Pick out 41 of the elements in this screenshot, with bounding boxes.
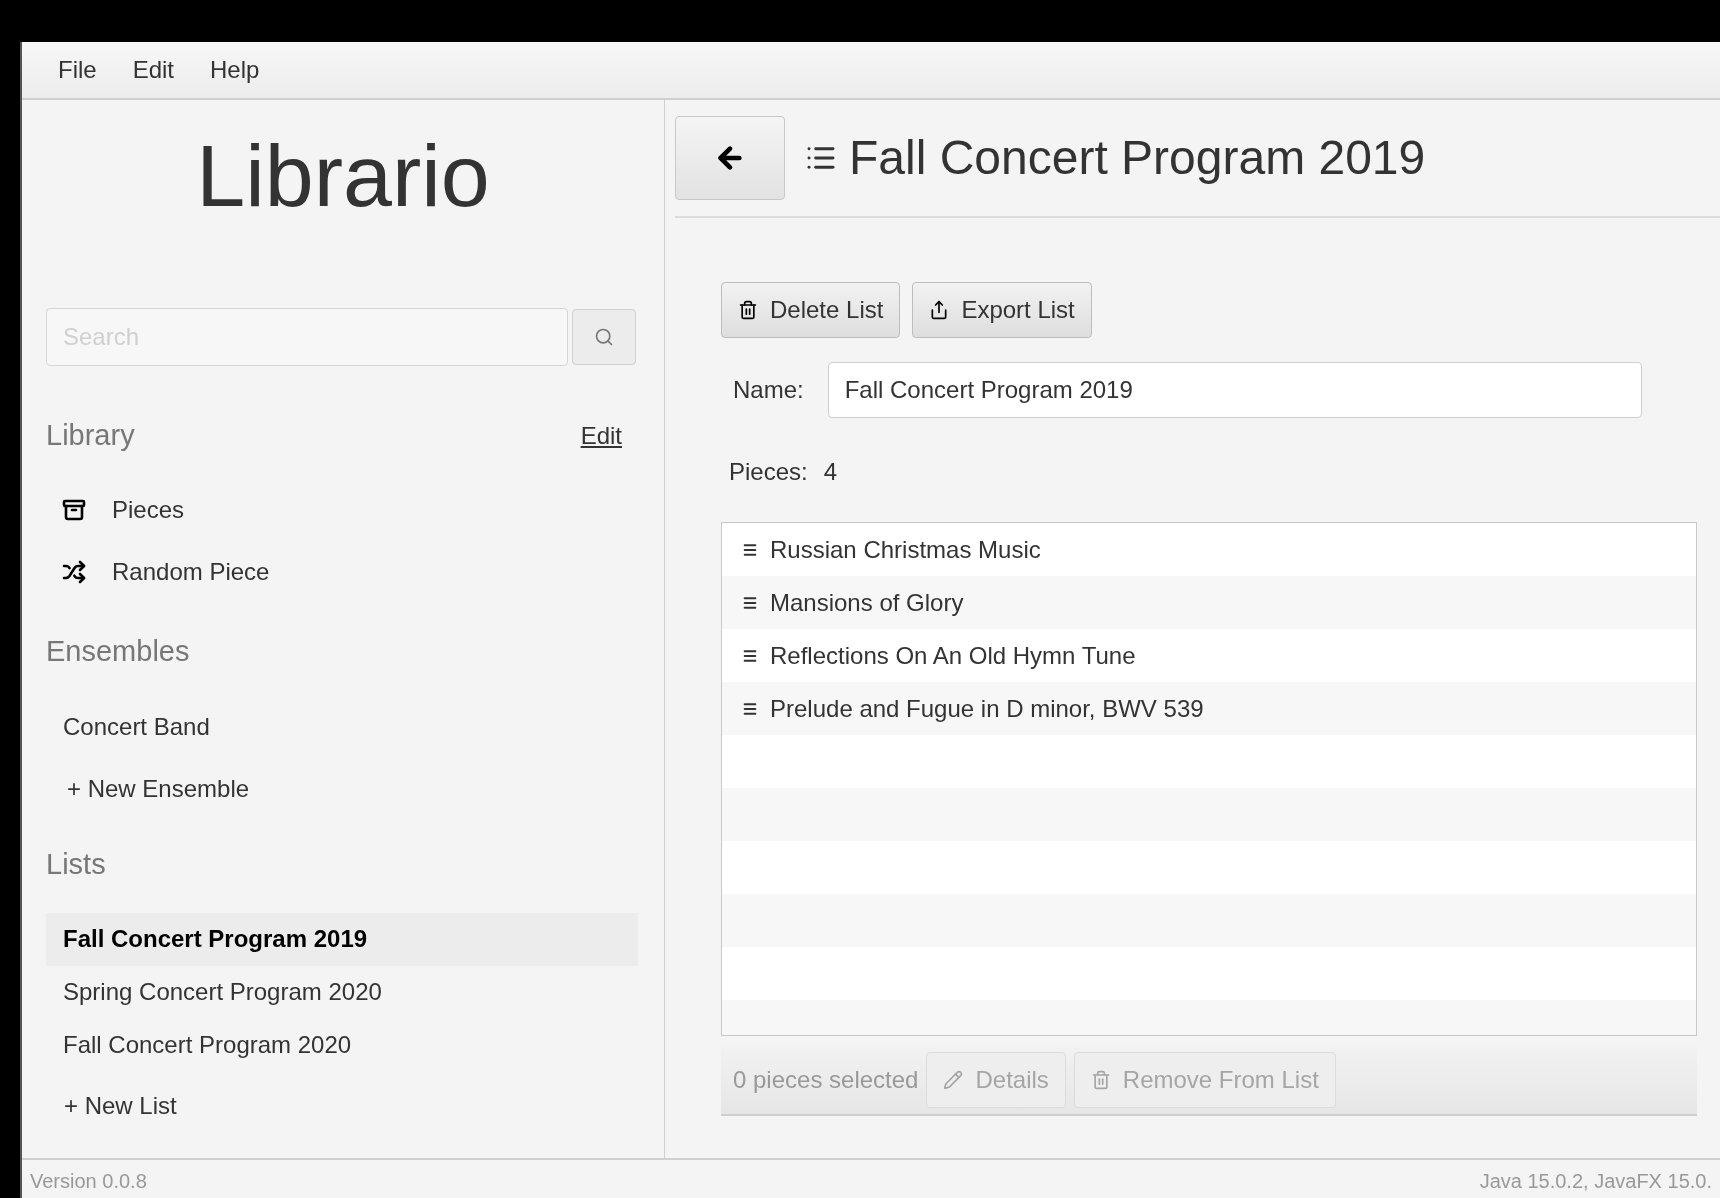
drag-handle-icon: [742, 594, 758, 611]
app-title: Librario: [195, 132, 491, 220]
action-button[interactable]: Delete List: [721, 282, 901, 338]
edit-link[interactable]: Edit: [580, 417, 622, 454]
action-button[interactable]: Export List: [912, 282, 1092, 338]
runtime-text: Java 15.0.2, JavaFX 15.0.: [1479, 1169, 1712, 1194]
section-heading: Lists: [46, 847, 107, 882]
section-heading: Ensembles: [46, 633, 191, 669]
name-field[interactable]: Fall Concert Program 2019: [827, 362, 1642, 418]
drag-handle-icon: [742, 541, 758, 558]
list-item[interactable]: Fall Concert Program 2019: [46, 912, 638, 966]
back-button[interactable]: [675, 116, 785, 200]
menu-item[interactable]: Edit: [132, 52, 175, 88]
sidebar-item[interactable]: Random Piece: [112, 553, 270, 590]
drawer-icon: [62, 497, 86, 522]
trash-icon: [1090, 1070, 1111, 1090]
name-label: Name:: [733, 375, 804, 405]
pieces-label: Pieces:: [729, 457, 808, 487]
selection-count: 0 pieces selected: [733, 1065, 919, 1095]
menu-item[interactable]: Help: [210, 52, 260, 88]
list-item[interactable]: Fall Concert Program 2020: [46, 1018, 638, 1072]
piece-item[interactable]: Mansions of Glory: [770, 584, 964, 621]
sidebar-item[interactable]: Pieces: [112, 491, 185, 528]
menu-item[interactable]: File: [58, 52, 97, 88]
new-list-link[interactable]: + New List: [46, 1087, 638, 1124]
pieces-count: 4: [823, 457, 838, 487]
section-heading: Library: [46, 418, 135, 453]
piece-item[interactable]: Reflections On An Old Hymn Tune: [770, 637, 1136, 674]
sidebar-item[interactable]: Concert Band: [63, 709, 640, 745]
pencil-icon: [943, 1070, 964, 1090]
trash-icon: [738, 300, 758, 320]
new-ensemble-link[interactable]: + New Ensemble: [63, 771, 640, 807]
version-text: Version 0.0.8: [30, 1169, 147, 1194]
drag-handle-icon: [742, 700, 758, 717]
search-icon: [594, 327, 614, 347]
share-icon: [929, 300, 950, 320]
page-title: Fall Concert Program 2019: [849, 130, 1426, 186]
list-item[interactable]: Spring Concert Program 2020: [46, 965, 638, 1019]
piece-item[interactable]: Russian Christmas Music: [770, 531, 1041, 568]
shuffle-icon: [62, 559, 86, 584]
drag-handle-icon: [742, 647, 758, 664]
